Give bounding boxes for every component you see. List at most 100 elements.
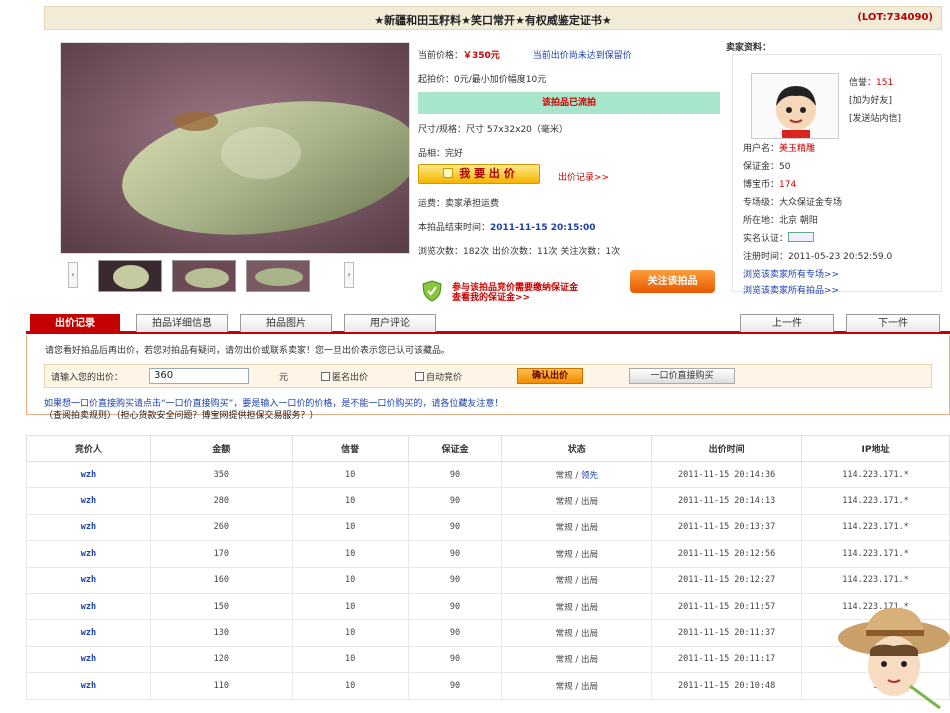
bid-status: 常规 / 出局 (501, 513, 653, 542)
bid-status: 常规 / 出局 (501, 592, 653, 621)
bid-amount: 120 (149, 645, 293, 674)
bid-status: 常规 / 出局 (501, 566, 653, 594)
bid-history-table: 竞价人 金额 信誉 保证金 状态 出价时间 IP地址 wzh 350 10 90 常规 / 领先 20… (26, 435, 950, 700)
seller-deposit: 保证金：50 (743, 162, 791, 172)
bidder-name[interactable]: wzh (26, 460, 151, 489)
next-item-button[interactable]: 下一件 (846, 314, 940, 332)
column-header: 状态 (501, 435, 653, 462)
bid-amount: 130 (149, 619, 293, 647)
anonymous-bid-checkbox[interactable]: 匿名出价 (321, 370, 368, 383)
detail-tabs: 出价记录 拍品详细信息 拍品图片 用户评论 上一件 下一件 (26, 314, 950, 334)
thumb-next-button[interactable]: › (344, 262, 354, 288)
auto-bid-checkbox[interactable]: 自动竞价 (415, 370, 462, 383)
tab-item-details[interactable]: 拍品详细信息 (136, 314, 228, 332)
anonymous-bid-label: 匿名出价 (332, 373, 369, 383)
thumb-prev-button[interactable]: ‹ (68, 262, 78, 288)
rules-links[interactable]: （查阅拍卖规则）（担心货款安全问题？博宝网提供担保交易服务？） (44, 408, 319, 421)
table-row: wzh 150 10 90 常规 / 出局 2011-11-15 20:11:57 114.… (26, 592, 950, 621)
tab-item-images[interactable]: 拍品图片 (240, 314, 332, 332)
bidder-name[interactable]: wzh (26, 566, 151, 594)
bidder-name[interactable]: wzh (26, 619, 151, 647)
bid-amount: 260 (149, 513, 293, 542)
buy-now-button[interactable]: 一口价直接购买 (629, 368, 735, 384)
auto-bid-label: 自动竞价 (426, 373, 463, 383)
thumbnail-3[interactable] (246, 260, 310, 292)
bidder-name[interactable]: wzh (26, 645, 151, 674)
follow-item-button[interactable]: 关注该拍品 (630, 270, 715, 293)
bidder-name[interactable]: wzh (26, 592, 151, 621)
bidder-name[interactable]: wzh (26, 672, 151, 700)
prev-item-button[interactable]: 上一件 (740, 314, 834, 332)
bid-time: 2011-11-15 20:12:56 (651, 540, 803, 568)
column-header: 金额 (149, 435, 293, 462)
bidder-deposit: 90 (407, 672, 503, 700)
bid-unit: 元 (279, 373, 289, 383)
bid-history-link[interactable]: 出价记录>> (558, 170, 609, 183)
my-deposit-link[interactable]: 查看我的保证金>> (452, 290, 530, 303)
bid-time: 2011-11-15 20:14:13 (651, 487, 803, 515)
main-product-image[interactable] (60, 42, 410, 254)
bidder-name[interactable]: wzh (26, 513, 151, 542)
bidder-deposit: 90 (407, 645, 503, 674)
bid-type: 常规 / (555, 602, 581, 613)
seller-username[interactable]: 美玉精雕 (779, 144, 815, 154)
bid-result: 出局 (580, 681, 598, 692)
seller-panel: 卖家资料： 信誉：151 [加为好友] [发送站内信] 用户名：美玉精雕 保证金… (726, 40, 942, 296)
table-row: wzh1201090常规 / 出局2011-11-15 20:11:171 (26, 645, 950, 674)
start-price: 起拍价：0元/最小加价幅度10元 (418, 75, 547, 85)
seller-location: 所在地：北京 朝阳 (743, 216, 818, 226)
bid-amount: 150 (149, 592, 293, 621)
bidder-deposit: 90 (407, 566, 503, 594)
table-row: wzh1101090常规 / 出局2011-11-15 20:10:481 (26, 672, 950, 700)
tab-user-reviews[interactable]: 用户评论 (344, 314, 436, 332)
end-time: 2011-11-15 20:15:00 (490, 223, 596, 233)
table-row: wzh 260 10 90 常规 / 出局 2011-11-15 20:13:37 114.… (26, 513, 950, 542)
bidder-name[interactable]: wzh (26, 540, 151, 568)
bid-type: 常规 / (555, 523, 581, 534)
bid-notice: 请您看好拍品后再出价，若您对拍品有疑问，请勿出价或联系卖家！您一旦出价表示您已认… (45, 346, 451, 356)
bid-time: 2011-11-15 20:12:27 (651, 566, 803, 594)
item-size: 尺寸/规格：尺寸 57x32x20（毫米） (418, 125, 568, 135)
seller-credit: 151 (876, 78, 894, 88)
bidder-name[interactable]: wzh (26, 487, 151, 515)
column-header: 信誉 (291, 435, 409, 462)
view-stats: 浏览次数：182次 出价次数：11次 关注次数：1次 (418, 247, 621, 257)
ip-address: 114.223.171.* (801, 566, 950, 594)
bid-amount-input[interactable]: 360 (149, 368, 249, 384)
ip-address: 114.223.171.* (801, 460, 950, 489)
add-friend-link[interactable]: [加为好友] (849, 93, 892, 106)
item-title: ★新疆和田玉籽料★笑口常开★有权威鉴定证书★ (374, 14, 612, 27)
table-header-row: 竞价人 金额 信誉 保证金 状态 出价时间 IP地址 (26, 435, 950, 462)
table-body: wzh 350 10 90 常规 / 领先 2011-11-15 20:14:36 114.… (26, 460, 950, 700)
bid-result: 出局 (580, 576, 598, 587)
column-header: 出价时间 (651, 435, 803, 462)
place-bid-button[interactable]: 我 要 出 价 (418, 164, 540, 184)
bid-type: 常规 / (555, 470, 581, 481)
thumbnail-1[interactable] (98, 260, 162, 292)
ip-address: 114.223.171.* (801, 513, 950, 542)
place-bid-label: 我 要 出 价 (459, 167, 515, 180)
bid-amount: 280 (149, 487, 293, 515)
seller-avatar (751, 73, 839, 139)
bid-time: 2011-11-15 20:10:48 (651, 672, 803, 700)
confirm-bid-button[interactable]: 确认出价 (517, 368, 583, 384)
bid-type: 常规 / (555, 681, 581, 692)
bid-type: 常规 / (555, 655, 581, 666)
bid-status: 常规 / 出局 (501, 540, 653, 568)
seller-zone: 专场级：大众保证金专场 (743, 198, 843, 208)
seller-zones-link[interactable]: 浏览该卖家所有专场>> (743, 267, 839, 280)
bid-input-bar: 请输入您的出价： 360 元 匿名出价 自动竞价 确认出价 一口价直接购买 (44, 364, 932, 388)
column-header: IP地址 (801, 435, 950, 462)
bid-amount: 110 (149, 672, 293, 700)
tab-bid-records[interactable]: 出价记录 (30, 314, 120, 332)
bidder-deposit: 90 (407, 460, 503, 489)
bidder-credit: 10 (291, 592, 409, 621)
bid-type: 常规 / (555, 576, 581, 587)
bid-time: 2011-11-15 20:14:36 (651, 460, 803, 489)
bid-status: 常规 / 出局 (501, 645, 653, 674)
username-label: 用户名： (743, 144, 780, 154)
end-time-label: 本拍品结束时间： (418, 223, 491, 233)
seller-items-link[interactable]: 浏览该卖家所有拍品>> (743, 283, 839, 296)
thumbnail-2[interactable] (172, 260, 236, 292)
send-message-link[interactable]: [发送站内信] (849, 111, 901, 124)
